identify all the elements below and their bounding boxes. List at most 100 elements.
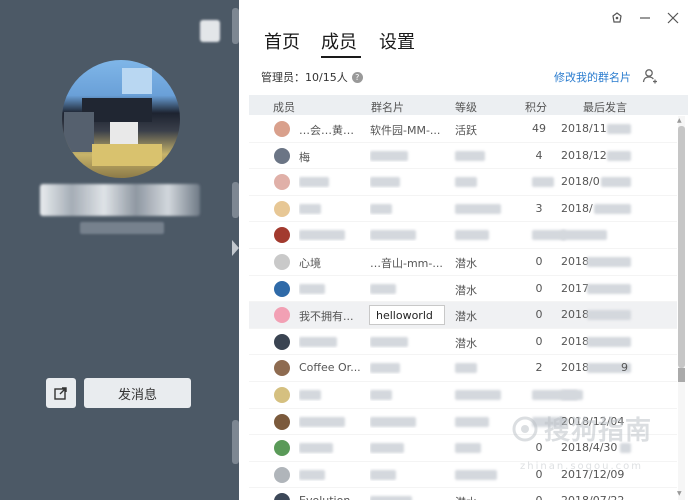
scroll-down-arrow-icon[interactable]: ▼ <box>677 490 682 497</box>
member-last-speak: 2018 <box>561 361 589 375</box>
mid-edge-tab <box>232 182 239 218</box>
member-level <box>455 415 489 428</box>
member-card <box>370 282 448 295</box>
member-avatar[interactable] <box>274 200 290 217</box>
member-table-header: 成员 群名片 等级 积分 最后发言 <box>249 95 688 115</box>
member-avatar[interactable] <box>274 280 290 297</box>
member-avatar[interactable] <box>274 307 290 324</box>
tab-settings[interactable]: 设置 <box>379 28 415 54</box>
scroll-up-arrow-icon[interactable]: ▲ <box>677 117 682 124</box>
table-row[interactable]: 3 2018/ <box>249 196 677 223</box>
member-card <box>370 468 448 481</box>
pixelated-badge <box>200 20 220 42</box>
table-row[interactable]: 心境 …音山-mm-... 潜水 0 2018 <box>249 249 677 276</box>
member-name <box>299 388 361 401</box>
member-card <box>370 388 448 401</box>
member-card: 软件园-MM-... <box>370 124 441 137</box>
member-avatar[interactable] <box>274 493 290 500</box>
edit-my-card-link[interactable]: 修改我的群名片 <box>554 69 631 85</box>
member-name <box>299 468 361 481</box>
member-card: …音山-mm-... <box>370 256 443 270</box>
col-level[interactable]: 等级 <box>455 99 477 115</box>
user-settings-icon[interactable] <box>642 68 658 88</box>
table-row[interactable]: …会…黄… 软件园-MM-... 活跃 49 2018/11 <box>249 116 677 143</box>
member-avatar[interactable] <box>274 386 290 403</box>
profile-panel: 发消息 <box>0 0 239 500</box>
member-avatar[interactable] <box>274 253 290 270</box>
table-row[interactable]: 梅 4 2018/12 <box>249 143 677 170</box>
date-pixelated <box>607 150 631 161</box>
member-last-speak: 2017 <box>561 281 589 295</box>
member-score: 2 <box>535 361 543 375</box>
table-row[interactable]: 潜水 0 2018 <box>249 329 677 356</box>
skin-icon[interactable] <box>607 8 627 28</box>
col-card[interactable]: 群名片 <box>371 99 404 115</box>
minimize-icon[interactable] <box>635 8 655 28</box>
member-score: 3 <box>535 201 543 215</box>
tab-members[interactable]: 成员 <box>321 28 357 54</box>
date-pixelated <box>587 283 631 294</box>
member-avatar[interactable] <box>274 360 290 377</box>
top-edge-tab <box>232 8 239 44</box>
col-last-speak[interactable]: 最后发言 <box>583 99 627 115</box>
member-name <box>299 228 361 241</box>
member-card <box>370 175 448 188</box>
col-member[interactable]: 成员 <box>273 99 295 115</box>
help-icon[interactable]: ? <box>351 71 363 83</box>
member-score: 0 <box>535 308 543 322</box>
table-row[interactable]: 我不拥有... 潜水 0 2018 <box>249 302 677 329</box>
member-avatar[interactable] <box>274 147 290 164</box>
member-name: Coffee Or... <box>299 361 361 375</box>
member-last-speak <box>561 228 607 241</box>
member-avatar[interactable] <box>274 227 290 244</box>
group-avatar <box>62 60 180 178</box>
table-row[interactable]: 潜水 0 2017 <box>249 276 677 303</box>
date-pixelated <box>607 124 631 134</box>
member-level: 活跃 <box>455 124 477 137</box>
admin-count: 管理员：10/15人 ? <box>261 69 363 85</box>
member-avatar[interactable] <box>274 174 290 191</box>
share-button[interactable] <box>46 378 76 408</box>
member-score <box>532 175 554 188</box>
member-last-speak: 2018/12 <box>561 148 607 162</box>
group-card-input[interactable] <box>369 305 445 326</box>
member-level <box>455 149 485 162</box>
send-message-button[interactable]: 发消息 <box>84 378 191 408</box>
member-level <box>455 388 501 401</box>
tab-home[interactable]: 首页 <box>264 28 300 54</box>
member-avatar[interactable] <box>274 440 290 457</box>
member-avatar[interactable] <box>274 333 290 350</box>
member-name <box>299 441 361 454</box>
member-name <box>299 202 361 215</box>
member-score: 0 <box>532 494 546 500</box>
table-row[interactable]: Evolution 潜水 0 2018/07/22 <box>249 488 677 500</box>
member-avatar[interactable] <box>274 413 290 430</box>
member-avatar[interactable] <box>274 466 290 483</box>
scrollbar-thumb[interactable] <box>678 126 685 368</box>
member-last-speak-tail: 9 <box>621 361 628 375</box>
watermark: 搜狗指南 <box>512 410 652 447</box>
collapse-arrow-icon[interactable] <box>232 240 239 256</box>
member-avatar[interactable] <box>274 121 290 137</box>
col-score[interactable]: 积分 <box>525 99 547 115</box>
close-icon[interactable] <box>663 8 683 28</box>
date-pixelated <box>587 310 631 321</box>
member-last-speak: 2018 <box>561 334 589 348</box>
member-score: 0 <box>535 254 543 268</box>
table-row[interactable]: 2018/0 <box>249 169 677 196</box>
group-name-pixelated <box>40 184 200 216</box>
scrollbar-handle[interactable] <box>678 368 685 382</box>
table-row[interactable] <box>249 382 677 409</box>
table-row[interactable]: Coffee Or... 2 2018 9 <box>249 355 677 382</box>
member-last-speak: 2018 <box>561 254 589 268</box>
member-card <box>370 415 448 428</box>
member-card <box>370 149 448 162</box>
member-level: 潜水 <box>455 494 477 500</box>
member-level <box>455 441 481 454</box>
table-row[interactable] <box>249 222 677 249</box>
member-level <box>455 361 477 374</box>
member-level <box>455 175 477 188</box>
member-card <box>370 361 448 374</box>
member-score: 0 <box>535 281 543 295</box>
member-name: Evolution <box>299 494 361 500</box>
